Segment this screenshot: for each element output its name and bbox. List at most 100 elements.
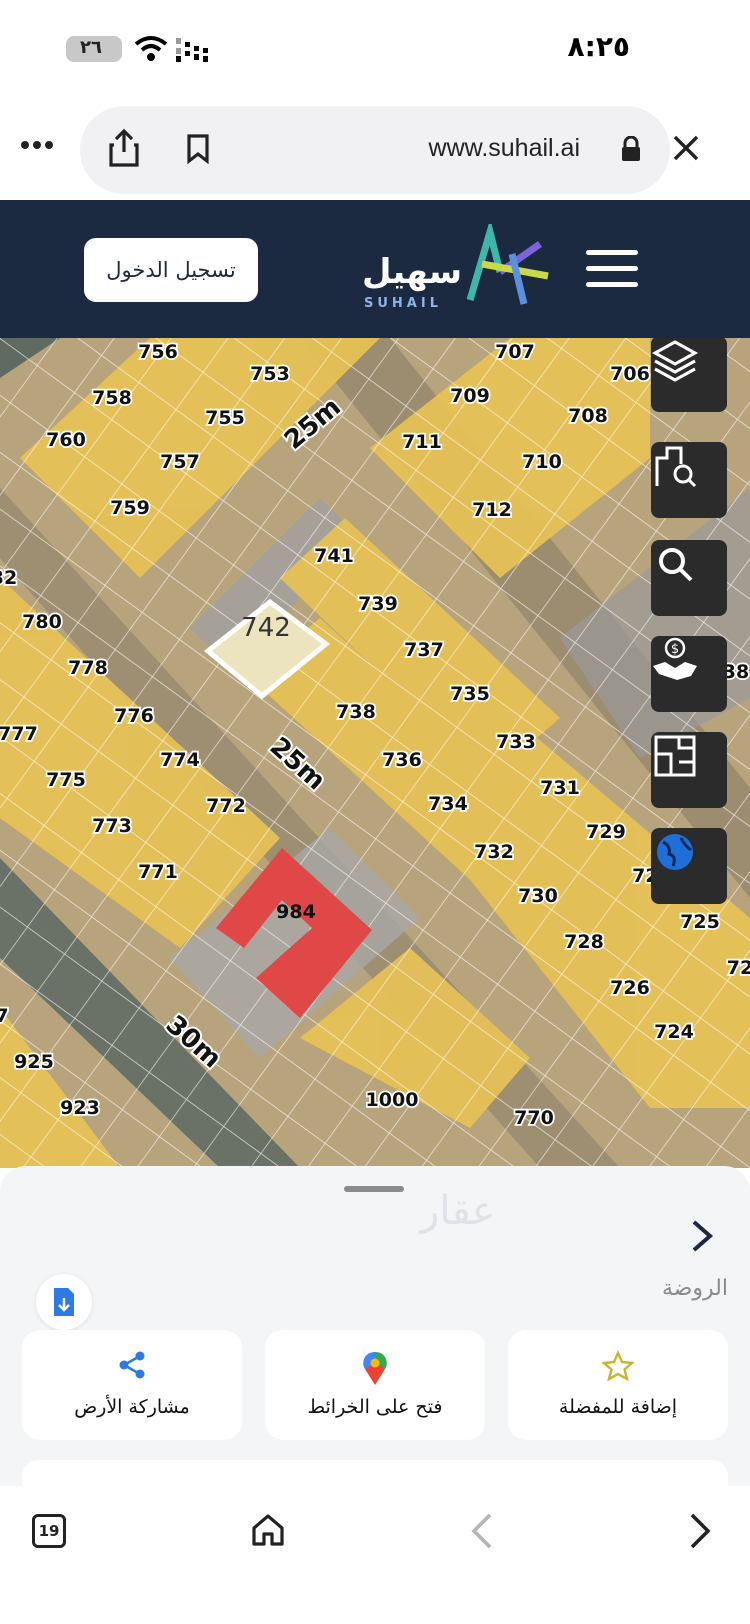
open-in-maps-label: فتح على الخرائط xyxy=(307,1396,443,1418)
plot-number-756: 756 xyxy=(138,341,178,363)
browser-toolbar: www.suhail.ai xyxy=(0,100,750,200)
plot-number-984: 984 xyxy=(276,901,316,923)
plot-number-758: 758 xyxy=(92,387,132,409)
tabs-button[interactable]: 19 xyxy=(32,1514,66,1548)
globe-icon xyxy=(657,834,693,870)
globe-button[interactable] xyxy=(651,828,727,904)
plot-number-730: 730 xyxy=(518,885,558,907)
plot-number-710: 710 xyxy=(522,451,562,473)
building-search-icon xyxy=(655,446,697,488)
site-header: تسجيل الدخول سهيل SUHAIL xyxy=(0,200,750,338)
plot-number-709: 709 xyxy=(450,385,490,407)
signal-icon xyxy=(176,38,208,62)
clock: ٨:٢٥ xyxy=(567,30,630,63)
battery-level: ٢٦ xyxy=(80,37,102,58)
plot-details-sheet: عقار الروضة مشاركة الأرض فتح على الخرائط… xyxy=(0,1166,750,1486)
address-bar[interactable]: www.suhail.ai xyxy=(80,106,670,194)
layers-button[interactable] xyxy=(651,338,727,412)
forward-icon[interactable] xyxy=(688,1512,712,1550)
plot-number-712: 712 xyxy=(472,499,512,521)
plot-number-772: 772 xyxy=(206,795,246,817)
plot-number-733: 733 xyxy=(496,731,536,753)
plot-number-757: 757 xyxy=(160,451,200,473)
floor-plan-icon xyxy=(654,735,696,777)
plot-number-7: 7 xyxy=(0,1005,9,1027)
wifi-icon xyxy=(134,36,168,61)
home-icon[interactable] xyxy=(250,1512,286,1548)
more-options-icon[interactable] xyxy=(20,140,54,150)
plot-number-755: 755 xyxy=(205,407,245,429)
bookmark-icon[interactable] xyxy=(186,134,210,164)
plot-number-726: 726 xyxy=(610,977,650,999)
sheet-drag-handle[interactable] xyxy=(344,1186,404,1192)
plot-number-775: 775 xyxy=(46,769,86,791)
plot-number-736: 736 xyxy=(382,749,422,771)
layers-icon xyxy=(651,340,699,382)
plot-number-1000: 1000 xyxy=(366,1089,419,1111)
plot-number-742: 742 xyxy=(241,613,291,643)
chevron-right-icon[interactable] xyxy=(690,1218,714,1254)
deals-button[interactable]: $ xyxy=(651,636,727,712)
plot-number-739: 739 xyxy=(358,593,398,615)
region-name: الروضة xyxy=(661,1276,728,1301)
close-icon[interactable] xyxy=(672,134,700,162)
plot-number-777: 777 xyxy=(0,723,38,745)
plot-number-731: 731 xyxy=(540,777,580,799)
plot-number-32: 32 xyxy=(0,567,17,589)
url-text: www.suhail.ai xyxy=(428,134,580,162)
plot-number-708: 708 xyxy=(568,405,608,427)
plot-number-753: 753 xyxy=(250,363,290,385)
browser-bottom-bar: 19 xyxy=(0,1486,750,1624)
lock-icon xyxy=(622,136,640,161)
parcel-map[interactable]: 9867567537587557607577597077067097087117… xyxy=(0,338,750,1168)
map-view[interactable]: 9867567537587557607577597077067097087117… xyxy=(0,338,750,1168)
plot-number-728: 728 xyxy=(564,931,604,953)
battery-icon: ٢٦ xyxy=(66,36,122,62)
share-page-icon[interactable] xyxy=(108,128,140,168)
plot-number-711: 711 xyxy=(402,431,442,453)
share-icon xyxy=(119,1351,145,1379)
star-icon xyxy=(602,1350,634,1382)
handshake-money-icon: $ xyxy=(653,637,697,680)
plot-number-706: 706 xyxy=(610,363,650,385)
plot-number-729: 729 xyxy=(586,821,626,843)
plot-number-737: 737 xyxy=(404,639,444,661)
search-button[interactable] xyxy=(651,540,727,616)
add-to-favorites-label: إضافة للمفضلة xyxy=(558,1396,678,1418)
logo-text-english: SUHAIL xyxy=(364,296,442,311)
plot-number-925: 925 xyxy=(14,1051,54,1073)
plot-number-780: 780 xyxy=(22,611,62,633)
parcel-grid xyxy=(0,338,750,1168)
plot-number-725: 725 xyxy=(680,911,720,933)
plot-number-776: 776 xyxy=(114,705,154,727)
plot-number-770: 770 xyxy=(514,1107,554,1129)
plot-number-724: 724 xyxy=(654,1021,694,1043)
share-land-button[interactable]: مشاركة الأرض xyxy=(22,1330,242,1440)
hamburger-menu-icon[interactable] xyxy=(586,250,638,290)
plot-number-778: 778 xyxy=(68,657,108,679)
plot-number-735: 735 xyxy=(450,683,490,705)
document-download-icon xyxy=(54,1288,74,1316)
map-pin-icon xyxy=(363,1351,387,1385)
plot-number-741: 741 xyxy=(314,545,354,567)
add-to-favorites-button[interactable]: إضافة للمفضلة xyxy=(508,1330,728,1440)
open-in-maps-button[interactable]: فتح على الخرائط xyxy=(265,1330,485,1440)
svg-text:$: $ xyxy=(671,642,679,657)
back-icon[interactable] xyxy=(470,1512,494,1550)
plot-number-760: 760 xyxy=(46,429,86,451)
status-bar: ٢٦ ٨:٢٥ xyxy=(0,0,750,100)
plot-number-923: 923 xyxy=(60,1097,100,1119)
login-button[interactable]: تسجيل الدخول xyxy=(84,238,258,302)
plot-number-771: 771 xyxy=(138,861,178,883)
download-document-button[interactable] xyxy=(36,1274,92,1330)
search-icon xyxy=(659,548,693,582)
plot-number-774: 774 xyxy=(160,749,200,771)
plot-number-732: 732 xyxy=(474,841,514,863)
plot-number-72: 72 xyxy=(727,957,750,979)
plot-number-773: 773 xyxy=(92,815,132,837)
floor-plan-button[interactable] xyxy=(651,732,727,808)
next-info-card xyxy=(22,1460,728,1486)
plot-number-738: 738 xyxy=(336,701,376,723)
building-search-button[interactable] xyxy=(651,442,727,518)
watermark: عقار xyxy=(420,1188,496,1234)
